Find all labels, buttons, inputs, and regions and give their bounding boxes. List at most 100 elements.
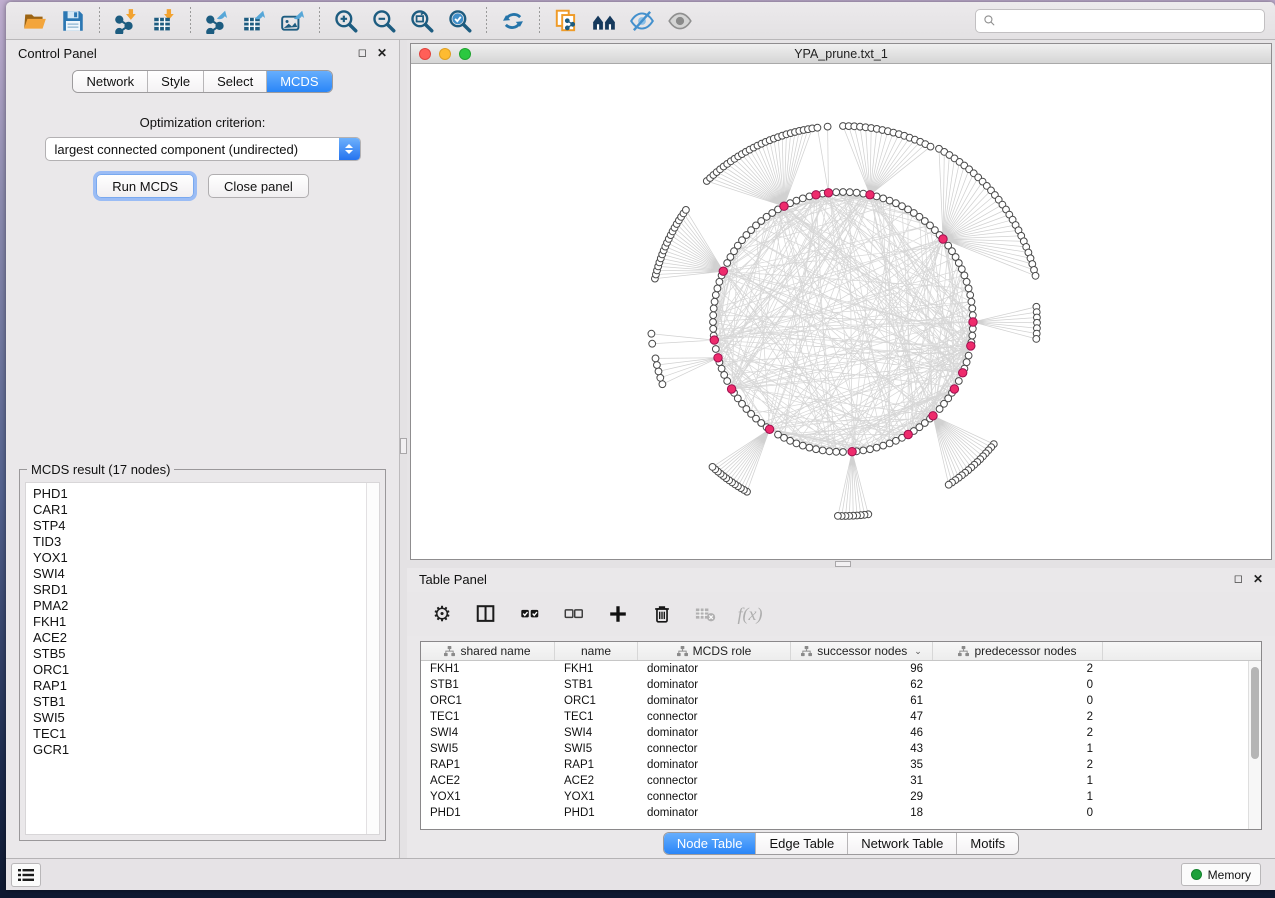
add-row-button[interactable]	[601, 598, 635, 630]
column-label: MCDS role	[693, 644, 752, 658]
horizontal-split-handle[interactable]	[835, 561, 851, 567]
deselect-all-button[interactable]	[557, 598, 591, 630]
table-row[interactable]: PHD1PHD1dominator180	[421, 805, 1248, 821]
column-namespace-icon	[801, 646, 812, 657]
zoom-in-button[interactable]	[327, 6, 365, 36]
run-mcds-button[interactable]: Run MCDS	[96, 174, 194, 198]
mcds-result-item[interactable]: GCR1	[33, 742, 379, 758]
optimization-criterion-select[interactable]: largest connected component (undirected)	[45, 137, 361, 161]
zoom-selected-button[interactable]	[441, 6, 479, 36]
tab-network[interactable]: Network	[73, 71, 148, 92]
mcds-result-groupbox: MCDS result (17 nodes) PHD1CAR1STP4TID3Y…	[19, 469, 386, 841]
vertical-split-divider[interactable]	[400, 40, 407, 858]
column-label: shared name	[460, 644, 530, 658]
column-layout-button[interactable]	[469, 598, 503, 630]
tab-mcds[interactable]: MCDS	[267, 71, 331, 92]
mcds-result-item[interactable]: PMA2	[33, 598, 379, 614]
network-canvas[interactable]	[411, 64, 1271, 559]
export-image-button[interactable]	[274, 6, 312, 36]
search-box[interactable]	[975, 9, 1265, 33]
mcds-result-item[interactable]: SRD1	[33, 582, 379, 598]
table-row[interactable]: ACE2ACE2connector311	[421, 773, 1248, 789]
save-button[interactable]	[54, 6, 92, 36]
mcds-result-item[interactable]: STP4	[33, 518, 379, 534]
cell-name: PHD1	[555, 805, 638, 821]
import-network-button[interactable]	[107, 6, 145, 36]
cell-name: ACE2	[555, 773, 638, 789]
clone-network-button[interactable]	[547, 6, 585, 36]
tab-edge-table[interactable]: Edge Table	[756, 833, 848, 854]
mcds-result-item[interactable]: ORC1	[33, 662, 379, 678]
zoom-fit-button[interactable]	[403, 6, 441, 36]
table-row[interactable]: ORC1ORC1dominator610	[421, 693, 1248, 709]
column-header-name[interactable]: name	[555, 642, 638, 660]
mcds-list-scrollbar[interactable]	[366, 483, 379, 834]
settings-button[interactable]: ⚙	[425, 598, 459, 630]
vertical-split-handle[interactable]	[400, 438, 407, 454]
main-toolbar	[6, 2, 1275, 40]
tab-select[interactable]: Select	[204, 71, 267, 92]
cell-name: YOX1	[555, 789, 638, 805]
mcds-result-list[interactable]: PHD1CAR1STP4TID3YOX1SWI4SRD1PMA2FKH1ACE2…	[25, 482, 380, 835]
column-header-shared-name[interactable]: shared name	[421, 642, 555, 660]
show-panel-button[interactable]	[11, 863, 41, 887]
zoom-window-icon[interactable]	[459, 48, 471, 60]
mcds-result-item[interactable]: TID3	[33, 534, 379, 550]
table-row[interactable]: FKH1FKH1dominator962	[421, 661, 1248, 677]
mcds-result-item[interactable]: YOX1	[33, 550, 379, 566]
column-header-predecessor-nodes[interactable]: predecessor nodes	[933, 642, 1103, 660]
float-panel-icon[interactable]: ◻	[358, 48, 367, 59]
application-window: Control Panel ◻ ✕ NetworkStyleSelectMCDS…	[6, 2, 1275, 890]
network-window-titlebar[interactable]: YPA_prune.txt_1	[411, 44, 1271, 64]
table-row[interactable]: TEC1TEC1connector472	[421, 709, 1248, 725]
mcds-result-item[interactable]: PHD1	[33, 486, 379, 502]
close-table-panel-icon[interactable]: ✕	[1253, 573, 1263, 585]
open-button[interactable]	[16, 6, 54, 36]
zoom-out-button[interactable]	[365, 6, 403, 36]
table-row[interactable]: SWI4SWI4dominator462	[421, 725, 1248, 741]
export-network-button[interactable]	[198, 6, 236, 36]
mcds-result-item[interactable]: STB5	[33, 646, 379, 662]
horizontal-split-divider[interactable]	[407, 560, 1275, 568]
mcds-result-item[interactable]: RAP1	[33, 678, 379, 694]
mcds-result-item[interactable]: TEC1	[33, 726, 379, 742]
mcds-result-item[interactable]: STB1	[33, 694, 379, 710]
memory-status-icon	[1191, 869, 1202, 880]
table-row[interactable]: SWI5SWI5connector431	[421, 741, 1248, 757]
close-panel-icon[interactable]: ✕	[377, 47, 387, 59]
table-row[interactable]: STB1STB1dominator620	[421, 677, 1248, 693]
column-header-successor-nodes[interactable]: successor nodes⌄	[791, 642, 933, 660]
memory-label: Memory	[1208, 868, 1251, 882]
show-all-button[interactable]	[661, 6, 699, 36]
first-neighbors-button[interactable]	[585, 6, 623, 36]
mcds-result-item[interactable]: FKH1	[33, 614, 379, 630]
table-scrollbar[interactable]	[1248, 661, 1261, 829]
tab-motifs[interactable]: Motifs	[957, 833, 1018, 854]
column-header-MCDS-role[interactable]: MCDS role	[638, 642, 791, 660]
select-all-button[interactable]	[513, 598, 547, 630]
search-input[interactable]	[1001, 14, 1257, 28]
memory-button[interactable]: Memory	[1181, 863, 1261, 886]
close-panel-button[interactable]: Close panel	[208, 174, 309, 198]
close-window-icon[interactable]	[419, 48, 431, 60]
import-table-button[interactable]	[145, 6, 183, 36]
tab-node-table[interactable]: Node Table	[664, 833, 757, 854]
table-row[interactable]: YOX1YOX1connector291	[421, 789, 1248, 805]
delete-row-button[interactable]	[645, 598, 679, 630]
delete-table-icon	[695, 603, 717, 625]
tab-style[interactable]: Style	[148, 71, 204, 92]
minimize-window-icon[interactable]	[439, 48, 451, 60]
mcds-result-item[interactable]: SWI5	[33, 710, 379, 726]
refresh-button[interactable]	[494, 6, 532, 36]
mcds-result-item[interactable]: ACE2	[33, 630, 379, 646]
table-row[interactable]: RAP1RAP1dominator352	[421, 757, 1248, 773]
export-table-button[interactable]	[236, 6, 274, 36]
hide-selected-button[interactable]	[623, 6, 661, 36]
hide-selected-icon	[629, 8, 655, 34]
mcds-result-item[interactable]: SWI4	[33, 566, 379, 582]
tab-network-table[interactable]: Network Table	[848, 833, 957, 854]
mcds-result-item[interactable]: CAR1	[33, 502, 379, 518]
cell-predecessor-nodes: 1	[933, 789, 1103, 805]
table-scrollbar-thumb[interactable]	[1251, 667, 1259, 759]
float-table-panel-icon[interactable]: ◻	[1234, 574, 1243, 585]
